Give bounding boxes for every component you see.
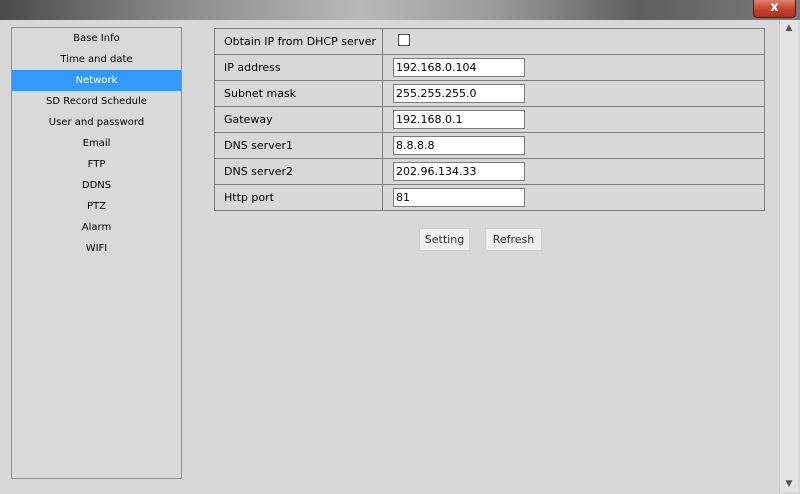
gateway-label: Gateway — [214, 106, 383, 133]
setting-button[interactable]: Setting — [419, 228, 470, 251]
close-button[interactable]: x — [753, 0, 796, 18]
dhcp-row: Obtain IP from DHCP server — [214, 28, 765, 55]
dns-server2-field[interactable] — [393, 162, 525, 181]
sidebar-item-email[interactable]: Email — [12, 133, 181, 154]
sidebar-item-wifi[interactable]: WIFI — [12, 238, 181, 259]
dns2-row: DNS server2 — [214, 158, 765, 185]
dns-server1-label: DNS server1 — [214, 132, 383, 159]
sidebar-item-base-info[interactable]: Base Info — [12, 28, 181, 49]
sidebar-item-sd-record-schedule[interactable]: SD Record Schedule — [12, 91, 181, 112]
gateway-field[interactable] — [393, 110, 525, 129]
ip-address-field[interactable] — [393, 58, 525, 77]
sidebar-nav: Base Info Time and date Network SD Recor… — [11, 27, 182, 479]
subnet-row: Subnet mask — [214, 80, 765, 107]
dns-server1-field[interactable] — [393, 136, 525, 155]
http-port-field[interactable] — [393, 188, 525, 207]
scroll-up-icon[interactable]: ▲ — [780, 20, 798, 36]
dns1-row: DNS server1 — [214, 132, 765, 159]
network-settings-table: Obtain IP from DHCP server IP address Su… — [214, 28, 765, 211]
sidebar-item-time-and-date[interactable]: Time and date — [12, 49, 181, 70]
sidebar-item-ftp[interactable]: FTP — [12, 154, 181, 175]
dhcp-checkbox[interactable] — [398, 34, 410, 46]
sidebar-item-alarm[interactable]: Alarm — [12, 217, 181, 238]
refresh-button[interactable]: Refresh — [485, 228, 542, 251]
sidebar-item-user-and-password[interactable]: User and password — [12, 112, 181, 133]
sidebar-item-ptz[interactable]: PTZ — [12, 196, 181, 217]
subnet-mask-label: Subnet mask — [214, 80, 383, 107]
port-row: Http port — [214, 184, 765, 211]
gateway-row: Gateway — [214, 106, 765, 133]
ip-row: IP address — [214, 54, 765, 81]
scroll-down-icon[interactable]: ▼ — [780, 476, 798, 492]
dns-server2-label: DNS server2 — [214, 158, 383, 185]
sidebar-item-ddns[interactable]: DDNS — [12, 175, 181, 196]
vertical-scrollbar[interactable]: ▲ ▼ — [779, 20, 798, 492]
dhcp-label: Obtain IP from DHCP server — [214, 28, 383, 55]
title-bar: x — [0, 0, 800, 22]
sidebar-item-network[interactable]: Network — [12, 70, 181, 91]
subnet-mask-field[interactable] — [393, 84, 525, 103]
close-icon: x — [770, 0, 779, 15]
ip-address-label: IP address — [214, 54, 383, 81]
settings-window: Base Info Time and date Network SD Recor… — [0, 20, 800, 494]
http-port-label: Http port — [214, 184, 383, 211]
